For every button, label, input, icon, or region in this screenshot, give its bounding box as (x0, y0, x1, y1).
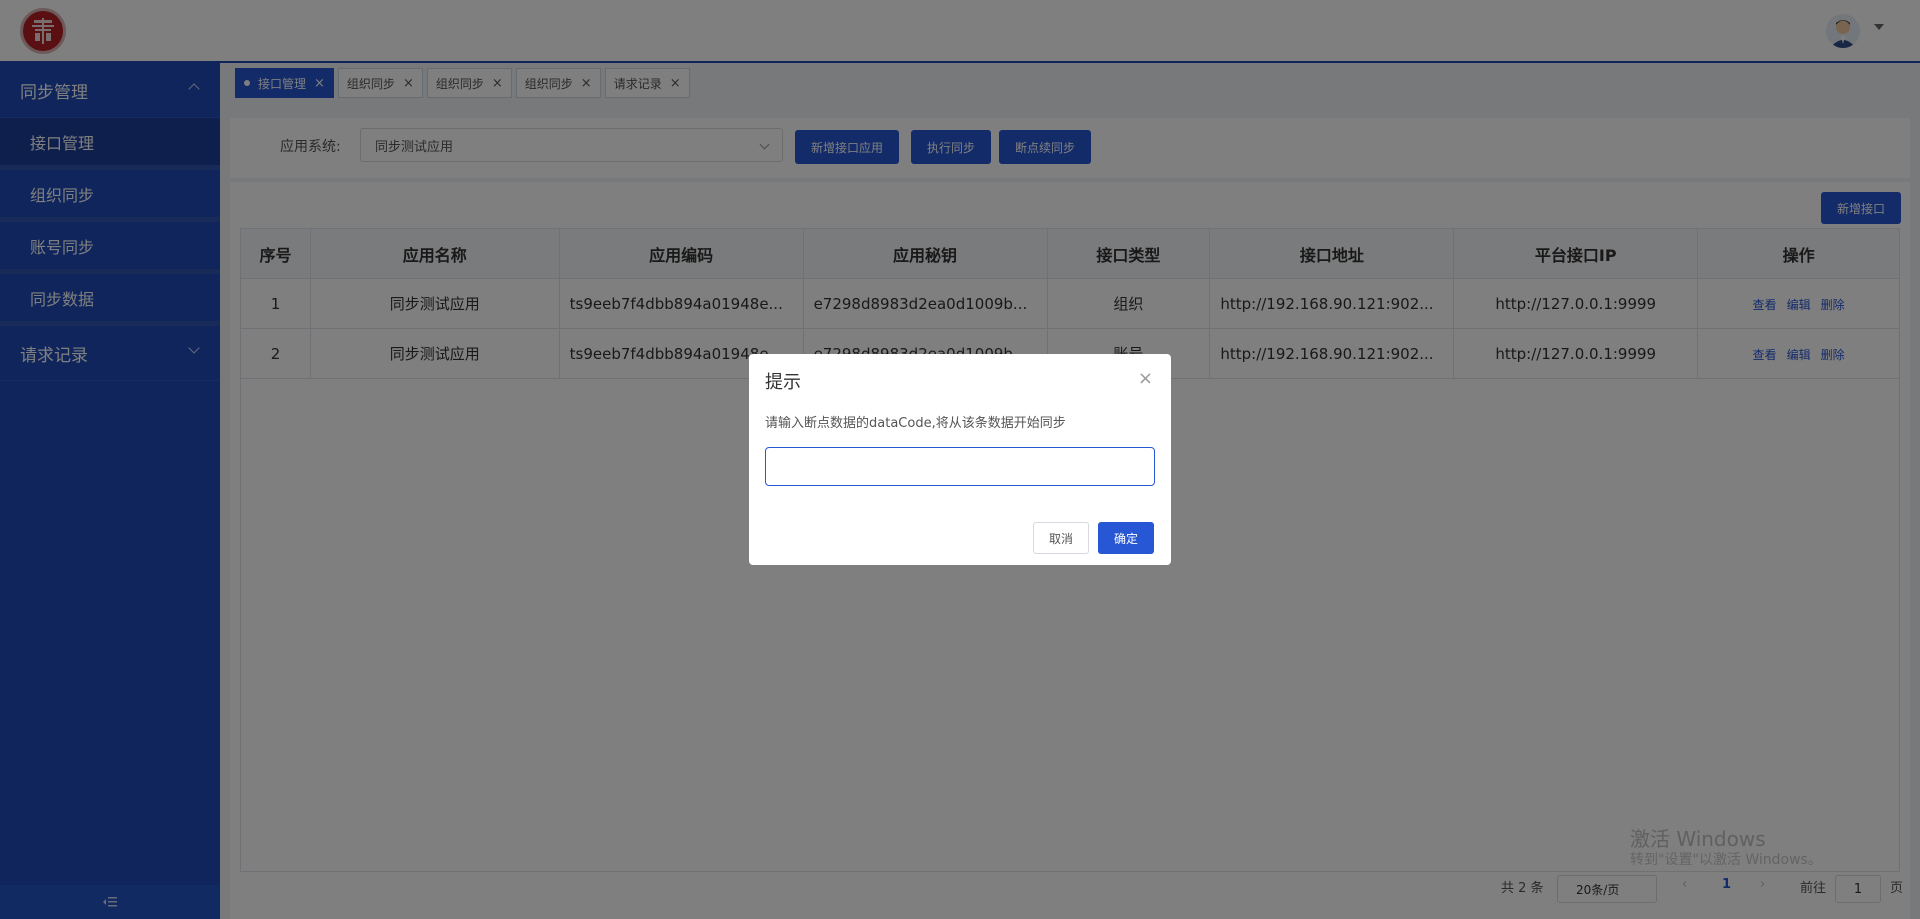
prompt-dialog: 提示 × 请输入断点数据的dataCode,将从该条数据开始同步 取消 确定 (749, 354, 1171, 565)
dialog-message: 请输入断点数据的dataCode,将从该条数据开始同步 (765, 416, 1066, 431)
confirm-button[interactable]: 确定 (1098, 522, 1154, 554)
dialog-title: 提示 (765, 372, 801, 393)
close-icon[interactable]: × (1138, 368, 1153, 389)
datacode-input[interactable] (765, 447, 1155, 486)
cancel-button[interactable]: 取消 (1033, 522, 1089, 554)
